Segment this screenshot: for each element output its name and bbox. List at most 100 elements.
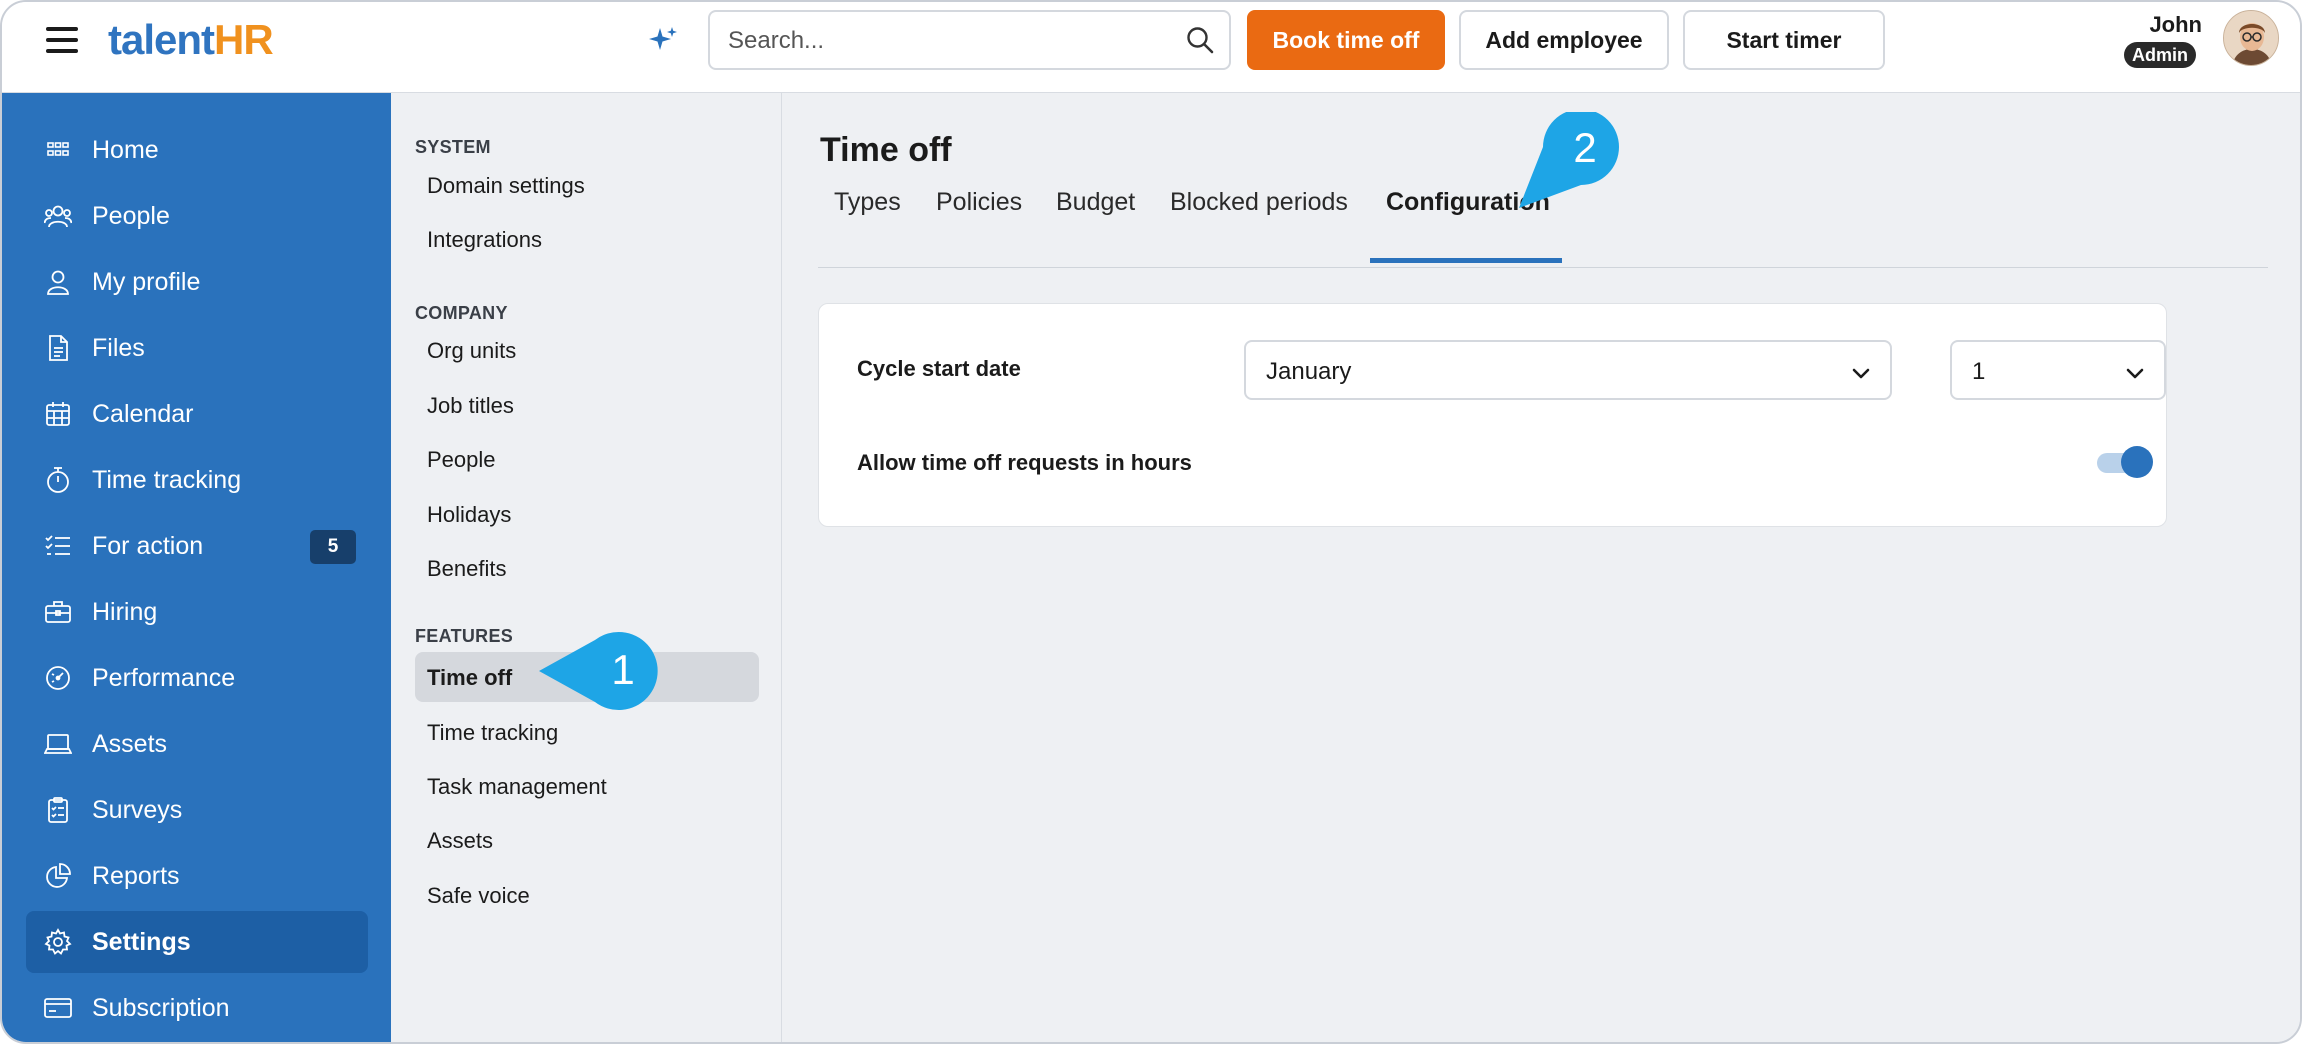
submenu-item-label: Domain settings bbox=[427, 173, 585, 198]
sidebar-item-label: Hiring bbox=[92, 598, 158, 626]
sidebar: Home People My profile Files Calendar Ti… bbox=[2, 93, 391, 1042]
step-1-callout: 1 bbox=[539, 632, 658, 710]
sidebar-item-label: Surveys bbox=[92, 796, 183, 824]
chevron-down-icon bbox=[1852, 368, 1870, 379]
configuration-card: Cycle start date January 1 Allow time of… bbox=[818, 303, 2167, 527]
cycle-day-select[interactable]: 1 bbox=[1950, 340, 2166, 400]
search-box[interactable] bbox=[708, 10, 1231, 70]
clipboard-icon bbox=[48, 797, 68, 823]
user-role-badge: Admin bbox=[2124, 42, 2196, 68]
tab-policies[interactable]: Policies bbox=[936, 188, 1022, 217]
section-heading-company: COMPANY bbox=[415, 303, 508, 323]
submenu-item-time-tracking[interactable]: Time tracking bbox=[415, 707, 759, 757]
submenu-item-org-units[interactable]: Org units bbox=[415, 325, 759, 375]
user-icon bbox=[47, 270, 69, 295]
allow-hours-label: Allow time off requests in hours bbox=[857, 450, 1192, 475]
sidebar-item-label: Assets bbox=[92, 730, 168, 758]
checklist-icon bbox=[45, 535, 70, 555]
calendar-icon bbox=[46, 402, 70, 426]
sidebar-item-time-tracking[interactable]: Time tracking bbox=[26, 449, 368, 511]
sidebar-item-label: My profile bbox=[92, 268, 201, 296]
submenu-item-label: Assets bbox=[427, 828, 494, 853]
submenu-item-label: Org units bbox=[427, 338, 517, 363]
submenu-item-holidays[interactable]: Holidays bbox=[415, 489, 759, 539]
step-2-callout: 2 bbox=[1519, 112, 1619, 208]
submenu-item-people[interactable]: People bbox=[415, 434, 759, 484]
tab-types[interactable]: Types bbox=[834, 188, 901, 217]
gauge-icon bbox=[46, 666, 70, 690]
file-icon bbox=[49, 335, 68, 361]
step-2-number: 2 bbox=[1573, 124, 1596, 171]
page-title: Time off bbox=[820, 131, 952, 169]
cycle-month-select[interactable]: January bbox=[1244, 340, 1892, 400]
logo[interactable]: talentHR bbox=[108, 16, 274, 64]
sidebar-item-performance[interactable]: Performance bbox=[26, 647, 368, 709]
submenu-item-safe-voice[interactable]: Safe voice bbox=[415, 870, 759, 920]
submenu-item-label: Job titles bbox=[427, 393, 514, 418]
sidebar-item-label: Files bbox=[92, 334, 145, 362]
sidebar-item-label: Subscription bbox=[92, 994, 230, 1022]
sidebar-item-label: Time tracking bbox=[92, 466, 242, 494]
sidebar-item-surveys[interactable]: Surveys bbox=[26, 779, 368, 841]
toggle-knob bbox=[2121, 446, 2153, 478]
tab-budget[interactable]: Budget bbox=[1056, 188, 1135, 217]
submenu-item-task-management[interactable]: Task management bbox=[415, 761, 759, 811]
submenu-item-job-titles[interactable]: Job titles bbox=[415, 380, 759, 430]
step-1-number: 1 bbox=[611, 646, 634, 693]
start-timer-button[interactable]: Start timer bbox=[1683, 10, 1885, 70]
book-time-off-button[interactable]: Book time off bbox=[1247, 10, 1445, 70]
allow-hours-toggle[interactable] bbox=[2097, 446, 2155, 480]
settings-submenu: SYSTEM Domain settings Integrations COMP… bbox=[391, 93, 782, 1042]
avatar[interactable] bbox=[2223, 10, 2279, 66]
submenu-item-label: Holidays bbox=[427, 502, 512, 527]
sidebar-item-my-profile[interactable]: My profile bbox=[26, 251, 368, 313]
sidebar-item-reports[interactable]: Reports bbox=[26, 845, 368, 907]
gear-icon bbox=[44, 928, 72, 955]
submenu-item-label: Benefits bbox=[427, 556, 507, 581]
submenu-item-benefits[interactable]: Benefits bbox=[415, 543, 759, 593]
tab-blocked-periods[interactable]: Blocked periods bbox=[1170, 188, 1348, 217]
section-heading-features: FEATURES bbox=[415, 626, 514, 646]
user-name: John bbox=[2149, 12, 2202, 37]
selected-value: January bbox=[1266, 358, 1352, 385]
submenu-item-label: People bbox=[427, 447, 496, 472]
laptop-icon bbox=[44, 734, 72, 754]
people-icon bbox=[44, 205, 72, 228]
submenu-item-label: Task management bbox=[427, 774, 607, 799]
submenu-item-domain-settings[interactable]: Domain settings bbox=[415, 160, 759, 210]
submenu-item-label: Integrations bbox=[427, 227, 542, 252]
add-employee-button[interactable]: Add employee bbox=[1459, 10, 1669, 70]
search-icon[interactable] bbox=[1185, 25, 1215, 55]
top-bar: talentHR Book time off Add employee Star… bbox=[2, 2, 2300, 93]
sidebar-item-label: Home bbox=[92, 136, 159, 164]
submenu-item-label: Time tracking bbox=[427, 720, 559, 745]
sidebar-item-hiring[interactable]: Hiring bbox=[26, 581, 368, 643]
chevron-down-icon bbox=[2126, 368, 2144, 379]
sidebar-item-settings[interactable]: Settings bbox=[26, 911, 368, 973]
sidebar-item-label: Reports bbox=[92, 862, 180, 890]
grid-icon bbox=[47, 142, 69, 156]
cycle-start-date-label: Cycle start date bbox=[857, 356, 1021, 381]
sidebar-item-calendar[interactable]: Calendar bbox=[26, 383, 368, 445]
submenu-item-integrations[interactable]: Integrations bbox=[415, 214, 759, 264]
submenu-item-assets[interactable]: Assets bbox=[415, 815, 759, 865]
sidebar-item-files[interactable]: Files bbox=[26, 317, 368, 379]
sidebar-item-people[interactable]: People bbox=[26, 185, 368, 247]
hamburger-menu-icon[interactable] bbox=[46, 27, 78, 53]
sidebar-item-label: Settings bbox=[92, 928, 191, 956]
submenu-item-label: Time off bbox=[427, 665, 513, 690]
sidebar-item-for-action[interactable]: For action 5 bbox=[26, 515, 368, 577]
active-tab-indicator bbox=[1370, 258, 1562, 263]
sidebar-item-label: Calendar bbox=[92, 400, 194, 428]
sidebar-item-label: For action bbox=[92, 532, 204, 560]
sparkle-ai-icon[interactable] bbox=[647, 24, 679, 56]
sidebar-item-label: People bbox=[92, 202, 170, 230]
for-action-count-badge: 5 bbox=[310, 530, 356, 564]
section-heading-system: SYSTEM bbox=[415, 137, 491, 157]
search-input[interactable] bbox=[728, 24, 1168, 58]
submenu-item-label: Safe voice bbox=[427, 883, 530, 908]
sidebar-item-subscription[interactable]: Subscription bbox=[26, 977, 368, 1039]
main-content: Time off Types Policies Budget Blocked p… bbox=[782, 93, 2300, 1042]
sidebar-item-assets[interactable]: Assets bbox=[26, 713, 368, 775]
sidebar-item-home[interactable]: Home bbox=[26, 119, 368, 181]
